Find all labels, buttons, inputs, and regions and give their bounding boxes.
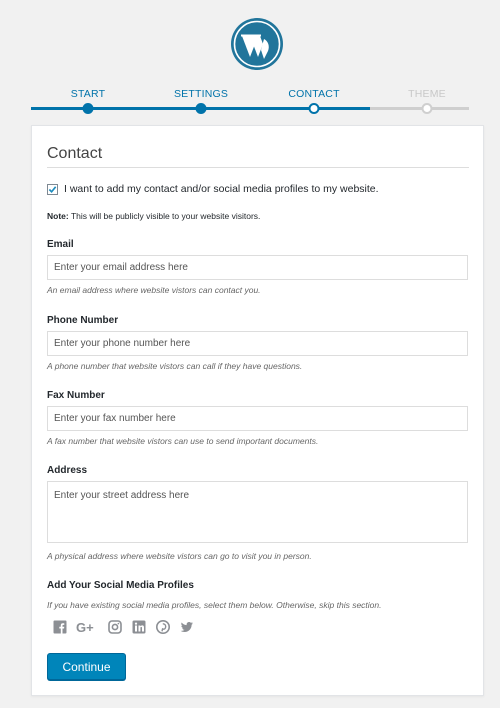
- facebook-icon[interactable]: [52, 619, 67, 634]
- fax-placeholder: Enter your fax number here: [54, 413, 176, 424]
- svg-text:G+: G+: [76, 620, 94, 634]
- opt-in-label: I want to add my contact and/or social m…: [64, 183, 379, 195]
- step-start-label[interactable]: START: [71, 88, 105, 100]
- email-label: Email: [47, 239, 74, 250]
- step-start-dot[interactable]: [82, 103, 94, 114]
- email-field[interactable]: Enter your email address here: [47, 255, 468, 280]
- phone-placeholder: Enter your phone number here: [54, 338, 191, 349]
- linkedin-icon[interactable]: [131, 619, 146, 634]
- phone-help: A phone number that website vistors can …: [47, 361, 303, 371]
- step-settings-dot[interactable]: [195, 103, 207, 114]
- fax-help: A fax number that website vistors can us…: [47, 436, 319, 446]
- instagram-icon[interactable]: [107, 619, 122, 634]
- checkmark-icon: [48, 185, 57, 193]
- address-field[interactable]: Enter your street address here: [47, 481, 468, 543]
- twitter-icon[interactable]: [179, 619, 194, 634]
- fax-field[interactable]: Enter your fax number here: [47, 406, 468, 431]
- visibility-note: Note: This will be publicly visible to y…: [47, 211, 260, 221]
- step-theme-dot: [421, 103, 433, 114]
- step-contact-dot: [308, 103, 320, 114]
- setup-stepper: START SETTINGS CONTACT THEME: [31, 0, 469, 120]
- card-title: Contact: [47, 145, 103, 162]
- contact-opt-in[interactable]: I want to add my contact and/or social m…: [47, 183, 379, 195]
- email-placeholder: Enter your email address here: [54, 262, 188, 273]
- phone-label: Phone Number: [47, 315, 119, 326]
- step-theme-label: THEME: [408, 88, 446, 100]
- phone-field[interactable]: Enter your phone number here: [47, 331, 468, 356]
- progress-track-remaining: [370, 107, 469, 110]
- opt-in-checkbox[interactable]: [47, 183, 58, 195]
- title-divider: [47, 167, 469, 168]
- social-heading: Add Your Social Media Profiles: [47, 580, 194, 591]
- address-help: A physical address where website vistors…: [47, 551, 312, 561]
- contact-card: Contact I want to add my contact and/or …: [31, 125, 484, 696]
- pinterest-icon[interactable]: [155, 619, 170, 634]
- google-plus-icon[interactable]: G+: [76, 619, 98, 634]
- fax-label: Fax Number: [47, 390, 105, 401]
- address-placeholder: Enter your street address here: [54, 490, 190, 501]
- note-text: This will be publicly visible to your we…: [70, 211, 261, 221]
- step-settings-label[interactable]: SETTINGS: [174, 88, 228, 100]
- email-help: An email address where website vistors c…: [47, 285, 261, 295]
- step-contact-label[interactable]: CONTACT: [288, 88, 339, 100]
- continue-button[interactable]: Continue: [47, 653, 126, 680]
- social-icons: G+: [52, 619, 194, 634]
- note-prefix: Note:: [47, 211, 69, 221]
- social-help: If you have existing social media profil…: [47, 600, 382, 610]
- address-label: Address: [47, 465, 88, 476]
